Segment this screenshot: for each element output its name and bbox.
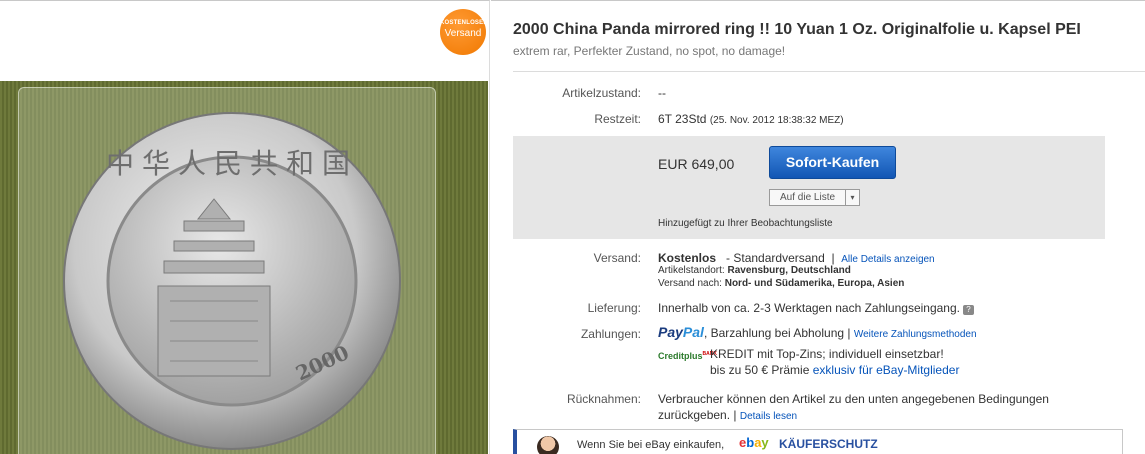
divider: | [831, 251, 835, 265]
buyer-protection-banner[interactable]: Wenn Sie bei eBay einkaufen, ebay KÄUFER… [513, 429, 1123, 454]
shipping-cost: Kostenlos [658, 251, 717, 265]
end-date: (25. Nov. 2012 18:38:32 MEZ) [709, 115, 844, 126]
watchlist-note: Hinzugefügt zu Ihrer Beobachtungsliste [658, 218, 833, 229]
creditplus-logo: CreditplusBANK [658, 351, 717, 361]
coin-graphic: 中华人民共和国 2000 [63, 112, 401, 450]
condition-label: Artikelzustand: [562, 86, 641, 100]
time-left-label: Restzeit: [594, 112, 641, 126]
shipping-method: - Standardversand [726, 251, 825, 265]
returns-line1: Verbraucher können den Artikel zu den un… [658, 392, 1049, 406]
divider: | [733, 408, 737, 422]
delivery-value: Innerhalb von ca. 2-3 Werktagen nach Zah… [658, 301, 960, 315]
more-payment-link[interactable]: Weitere Zahlungsmethoden [854, 329, 977, 340]
ebay-logo: ebay [739, 435, 769, 450]
time-left: 6T 23Std (25. Nov. 2012 18:38:32 MEZ) [658, 112, 844, 126]
item-title: 2000 China Panda mirrored ring !! 10 Yua… [513, 21, 1081, 38]
delivery-label: Lieferung: [587, 301, 641, 315]
item-subtitle: extrem rar, Perfekter Zustand, no spot, … [513, 44, 786, 58]
banner-text: Wenn Sie bei eBay einkaufen, [577, 439, 725, 451]
divider: | [847, 326, 851, 340]
divider [513, 71, 1145, 72]
condition-value: -- [658, 86, 666, 100]
ships-to: Versand nach: Nord- und Südamerika, Euro… [658, 278, 904, 289]
shipping-details-link[interactable]: Alle Details anzeigen [841, 254, 934, 265]
badge-line1: KOSTENLOSER [440, 20, 488, 26]
returns-label: Rücknahmen: [566, 392, 641, 406]
buyer-protection-label: KÄUFERSCHUTZ [779, 437, 878, 451]
item-location: Artikelstandort: Ravensburg, Deutschland [658, 265, 851, 276]
ships-to-label: Versand nach: [658, 278, 722, 289]
ships-to-value: Nord- und Südamerika, Europa, Asien [724, 278, 905, 289]
credit-line2: bis zu 50 € Prämie exklusiv für eBay-Mit… [710, 363, 959, 377]
chevron-down-icon[interactable]: ▾ [845, 190, 859, 205]
image-panel: KOSTENLOSER Versand 中华人民共和国 2000 [0, 0, 490, 454]
avatar [537, 436, 559, 454]
shipping-row: Kostenlos - Standardversand | Alle Detai… [658, 251, 935, 265]
free-shipping-badge: KOSTENLOSER Versand [440, 9, 488, 55]
price: EUR 649,00 [658, 156, 735, 172]
price-box: EUR 649,00 Sofort-Kaufen Auf die Liste ▾… [513, 136, 1105, 239]
location-label: Artikelstandort: [658, 265, 725, 276]
credit-bonus: bis zu 50 € Prämie [710, 363, 810, 377]
payment-row: PayPal, Barzahlung bei Abholung | Weiter… [658, 324, 977, 340]
listing-details: 2000 China Panda mirrored ring !! 10 Yua… [491, 0, 1145, 454]
shipping-label: Versand: [593, 251, 641, 265]
returns-line2: zurückgeben. [658, 408, 731, 422]
credit-line1: KREDIT mit Top-Zins; individuell einsetz… [710, 347, 944, 361]
time-left-value: 6T 23Std [658, 112, 707, 126]
payment-label: Zahlungen: [580, 327, 641, 341]
watchlist-dropdown[interactable]: Auf die Liste ▾ [769, 189, 861, 206]
payment-pickup: , Barzahlung bei Abholung [703, 326, 845, 340]
returns-details-link[interactable]: Details lesen [740, 411, 797, 422]
watchlist-button[interactable]: Auf die Liste [770, 190, 845, 205]
returns-line2-row: zurückgeben. | Details lesen [658, 408, 797, 422]
badge-line2: Versand [444, 28, 482, 39]
product-image[interactable]: 中华人民共和国 2000 [0, 81, 488, 454]
credit-exclusive-link[interactable]: exklusiv für eBay-Mitglieder [813, 363, 960, 377]
info-icon[interactable]: ? [962, 305, 974, 315]
paypal-logo: PayPal [658, 324, 704, 340]
delivery-row: Innerhalb von ca. 2-3 Werktagen nach Zah… [658, 301, 974, 315]
location-value: Ravensburg, Deutschland [727, 265, 851, 276]
coin-inscription: 中华人民共和国 [106, 147, 358, 180]
buy-now-button[interactable]: Sofort-Kaufen [769, 146, 896, 179]
